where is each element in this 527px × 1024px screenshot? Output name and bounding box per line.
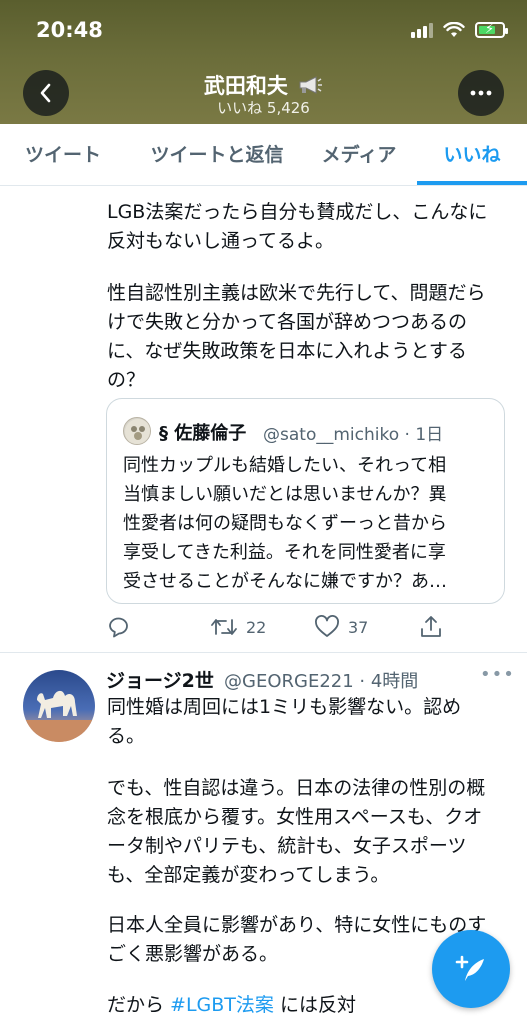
profile-header: 20:48 ⚡ 武田和夫 いいね 5,426	[0, 0, 527, 124]
reply-button[interactable]	[107, 615, 131, 639]
tweet-text-line: ごく悪影響がある。	[107, 943, 279, 965]
tweet-text-line: も、全部定義が変わってしまう。	[107, 864, 390, 886]
tweet-text-line: 同性婚は周回には1ミリも影響ない。認め	[107, 696, 462, 718]
share-icon	[421, 616, 441, 637]
tweet-text-line: でも、性自認は違う。日本の法律の性別の概	[107, 777, 486, 799]
cellular-signal-icon	[411, 22, 433, 38]
profile-name: 武田和夫	[203, 74, 288, 98]
likes-count: いいね 5,426	[217, 99, 310, 117]
share-button[interactable]	[419, 614, 443, 640]
status-icons: ⚡	[411, 22, 508, 38]
more-horizontal-icon	[470, 90, 492, 96]
retweet-count: 22	[246, 617, 267, 637]
tab-tweets[interactable]: ツイート	[0, 124, 126, 185]
tweet-text-line: 性自認性別主義は欧米で先行して、問題だら	[107, 282, 486, 304]
tweet-text-line: 反対もないし通ってるよ。	[107, 230, 335, 252]
like-button[interactable]: 37	[314, 615, 368, 639]
hashtag-link[interactable]: #LGBT法案	[170, 994, 274, 1016]
wifi-icon	[443, 22, 465, 37]
more-options-button[interactable]	[458, 70, 504, 116]
like-count: 37	[348, 617, 369, 637]
reply-icon	[109, 617, 128, 638]
tab-tweets-and-replies[interactable]: ツイートと返信	[130, 124, 304, 185]
profile-name-row: 武田和夫	[0, 70, 527, 100]
tweet-divider	[0, 652, 527, 653]
tweet-text-line: LGB法案だったら自分も賛成だし、こんなに	[107, 201, 488, 223]
retweet-icon	[211, 619, 237, 635]
avatar[interactable]	[23, 670, 95, 742]
tweet-text-line: けで失敗と分かって各国が辞めつつあるの	[107, 311, 468, 333]
active-tab-indicator	[417, 181, 527, 185]
quoted-tweet-text: 同性カップルも結婚したい、それって相 当慎ましい願いだとは思いませんか？異 性愛…	[123, 451, 493, 596]
profile-tabs: ツイート ツイートと返信 メディア いいね	[0, 124, 527, 186]
compose-tweet-button[interactable]	[432, 930, 510, 1008]
tweet-text-line: に、なぜ失敗政策を日本に入れようとする	[107, 340, 467, 362]
quoted-text-line: 受させることがそんなに嫌ですか？あ…	[123, 571, 447, 592]
tweet-text-line: る。	[107, 725, 146, 747]
author-handle: @GEORGE221 · 4時間	[224, 671, 419, 692]
quoted-avatar	[123, 417, 151, 445]
quoted-text-line: 享受してきた利益。それを同性愛者に享	[123, 542, 446, 563]
tweet-text-line: の？	[107, 369, 146, 391]
tab-media[interactable]: メディア	[306, 124, 412, 185]
tweet-more-button[interactable]: •••	[480, 664, 515, 685]
tweet-text-line: だから #LGBT法案 には反対	[107, 991, 356, 1020]
quoted-text-line: 同性カップルも結婚したい、それって相	[123, 455, 447, 476]
quoted-author-name: § 佐藤倫子	[159, 423, 247, 444]
compose-tweet-icon	[455, 955, 484, 981]
status-time: 20:48	[36, 18, 103, 42]
quoted-tweet-card[interactable]: § 佐藤倫子 @sato__michiko · 1日 同性カップルも結婚したい、…	[106, 398, 505, 604]
retweet-button[interactable]: 22	[210, 615, 266, 639]
text-suffix: には反対	[273, 994, 356, 1016]
quoted-text-line: 性愛者は何の疑問もなくずーっと昔から	[123, 513, 447, 534]
author-name: ジョージ2世	[106, 670, 214, 692]
battery-icon: ⚡	[475, 22, 508, 38]
tweet-text-line: 日本人全員に影響があり、特に女性にものす	[107, 914, 487, 936]
tweet-text-line: ータ制やパリテも、統計も、女子スポーツ	[107, 835, 467, 857]
text-prefix: だから	[107, 994, 171, 1016]
quoted-author-handle: @sato__michiko · 1日	[263, 425, 444, 445]
tab-likes[interactable]: いいね	[417, 124, 527, 185]
megaphone-icon	[299, 76, 323, 94]
heart-icon	[315, 615, 339, 637]
tweet-text-line: 念を根底から覆す。女性用スペースも、クオ	[107, 806, 483, 828]
quoted-text-line: 当慎ましい願いだとは思いませんか？異	[123, 484, 447, 505]
